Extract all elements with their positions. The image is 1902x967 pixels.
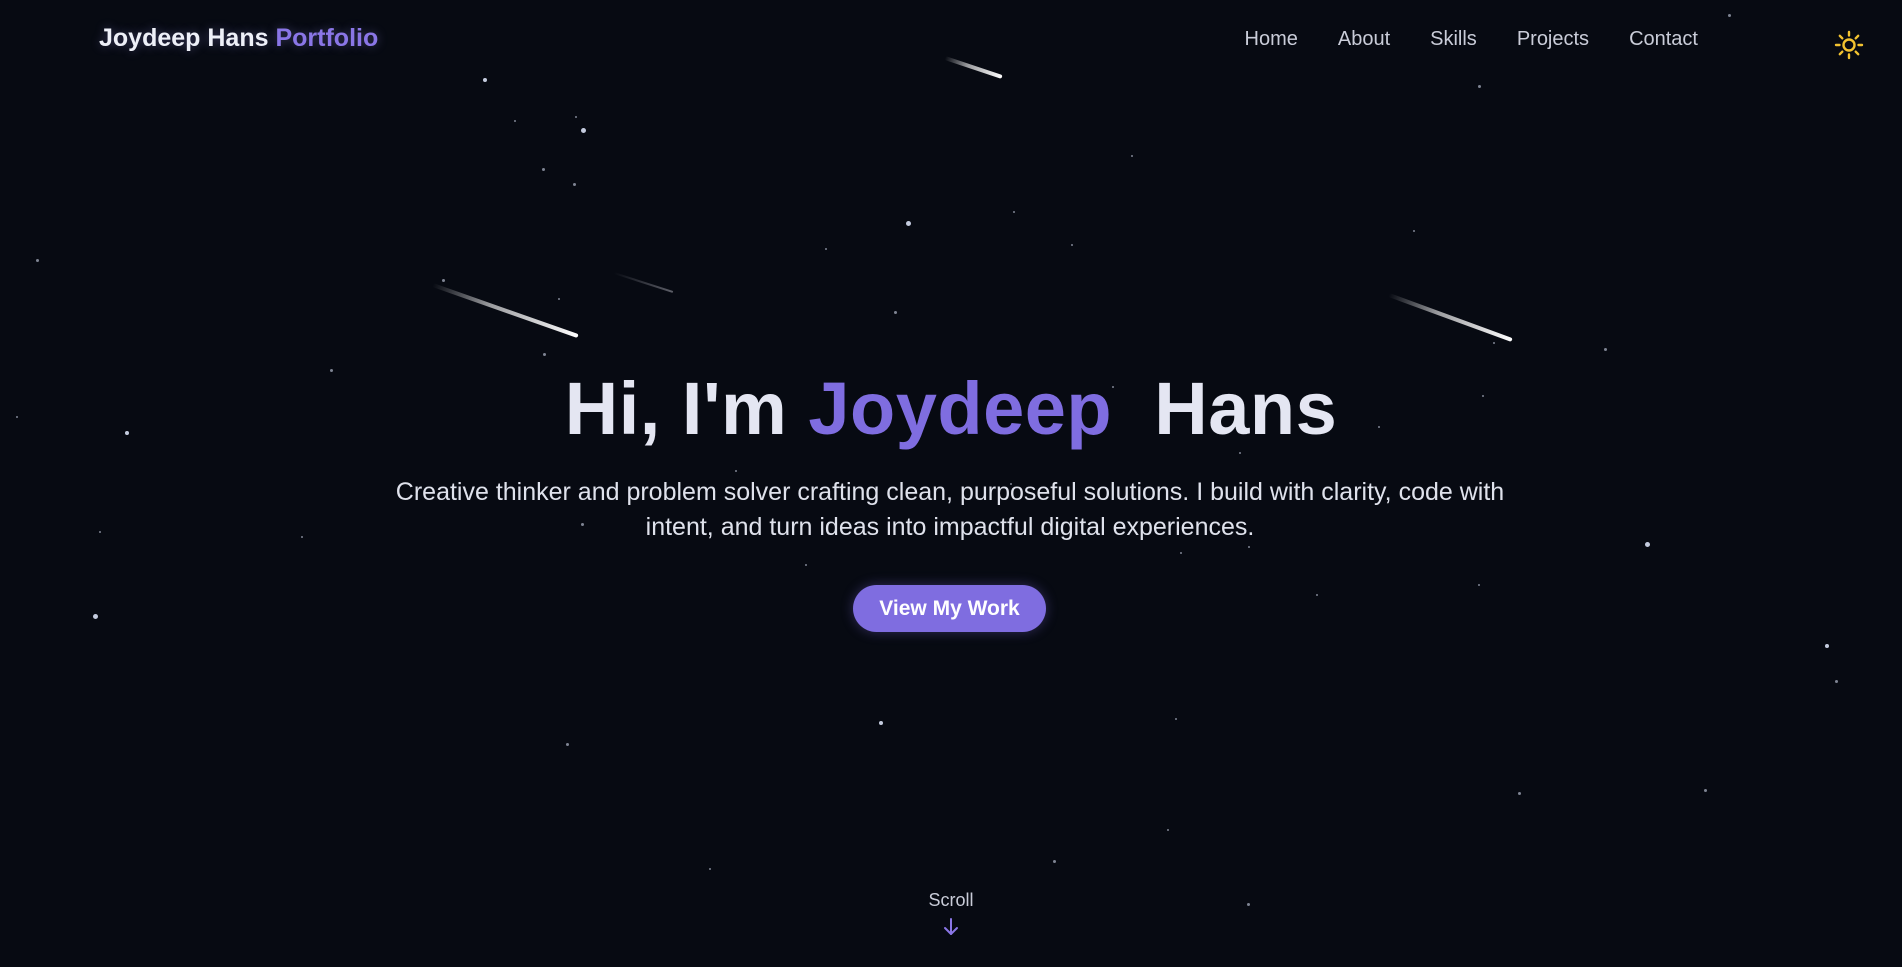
hero-last-name: Hans [1154,367,1338,450]
view-my-work-button[interactable]: View My Work [853,585,1046,632]
scroll-label: Scroll [928,890,974,910]
hero-title: Hi, I'm Joydeep Hans [0,366,1902,451]
hero-subtitle: Creative thinker and problem solver craf… [380,475,1520,545]
hero-greeting: Hi, I'm [564,367,788,450]
hero-first-name: Joydeep [808,367,1113,450]
hero-subtitle-line-2: intent, and turn ideas into impactful di… [645,513,1255,541]
portfolio-page: Joydeep Hans Portfolio Home About Skills… [0,0,1902,967]
hero-subtitle-line-1: Creative thinker and problem solver craf… [395,478,1505,506]
scroll-indicator[interactable]: Scroll [901,890,1001,937]
arrow-down-icon [944,918,958,935]
hero-section: Hi, I'm Joydeep Hans Creative thinker an… [0,0,1902,967]
